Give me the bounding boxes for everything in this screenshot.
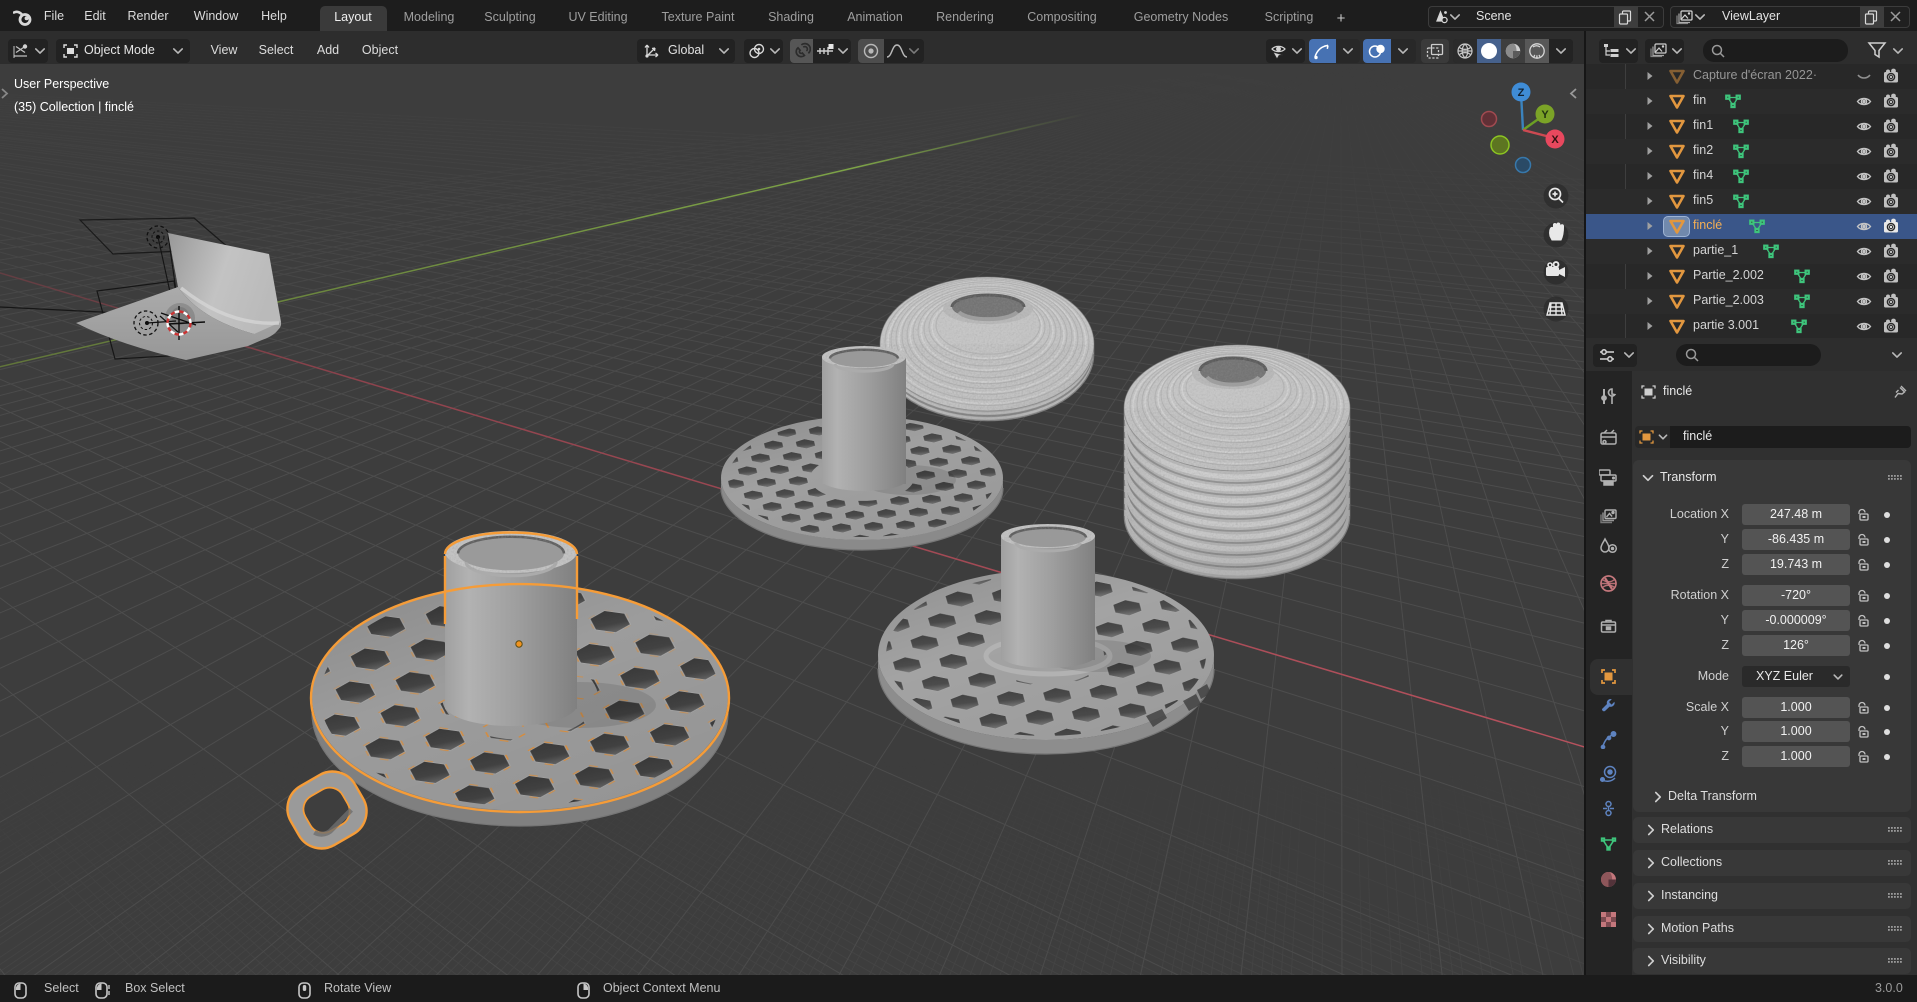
svg-text:X: X xyxy=(1551,134,1559,146)
svg-text:Z: Z xyxy=(1518,87,1525,99)
svg-text:Y: Y xyxy=(1541,109,1549,121)
